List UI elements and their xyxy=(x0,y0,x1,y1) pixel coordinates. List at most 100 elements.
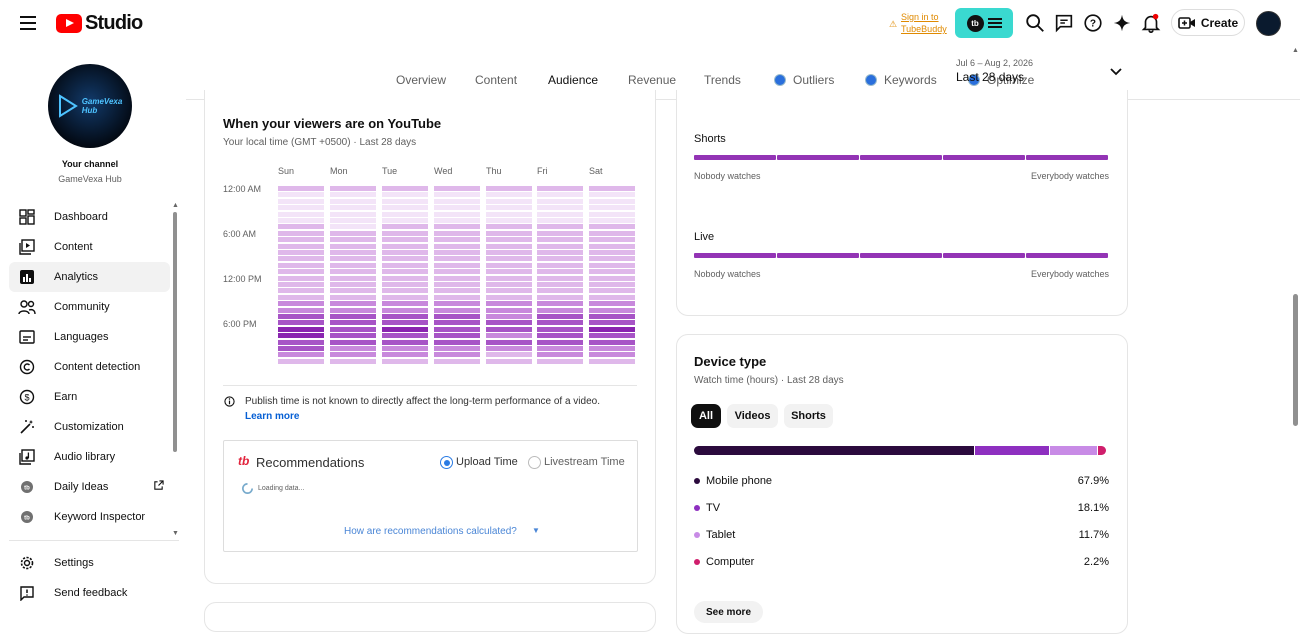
tab-trends[interactable]: Trends xyxy=(704,73,741,87)
learn-more-link[interactable]: Learn more xyxy=(245,411,299,422)
heatmap-cell[interactable] xyxy=(382,243,428,249)
heatmap-cell[interactable] xyxy=(382,294,428,300)
heatmap-cell[interactable] xyxy=(434,211,480,217)
heatmap-cell[interactable] xyxy=(589,275,635,281)
notifications-icon[interactable] xyxy=(1140,12,1162,34)
chip-all[interactable]: All xyxy=(691,404,721,428)
heatmap-cell[interactable] xyxy=(434,262,480,268)
heatmap-cell[interactable] xyxy=(486,301,532,307)
scroll-down-icon[interactable]: ▼ xyxy=(172,530,179,537)
heatmap-cell[interactable] xyxy=(434,358,480,364)
heatmap-cell[interactable] xyxy=(382,230,428,236)
device-bar-segment[interactable] xyxy=(975,446,1049,455)
heatmap-cell[interactable] xyxy=(589,192,635,198)
heatmap-cell[interactable] xyxy=(537,192,583,198)
heatmap-cell[interactable] xyxy=(330,307,376,313)
sidebar-item-earn[interactable]: $ Earn xyxy=(9,382,170,412)
heatmap-cell[interactable] xyxy=(434,275,480,281)
heatmap-cell[interactable] xyxy=(486,282,532,287)
see-more-button[interactable]: See more xyxy=(694,601,763,623)
heatmap-cell[interactable] xyxy=(330,314,376,319)
heatmap-cell[interactable] xyxy=(330,243,376,249)
heatmap-cell[interactable] xyxy=(589,186,635,191)
heatmap-cell[interactable] xyxy=(537,294,583,300)
sidebar-item-content[interactable]: Content xyxy=(9,232,170,262)
heatmap-cell[interactable] xyxy=(589,333,635,339)
heatmap-cell[interactable] xyxy=(382,192,428,198)
heatmap-cell[interactable] xyxy=(434,333,480,339)
heatmap-cell[interactable] xyxy=(537,282,583,287)
account-avatar[interactable] xyxy=(1256,11,1281,36)
heatmap-cell[interactable] xyxy=(278,262,324,268)
heatmap-cell[interactable] xyxy=(486,339,532,345)
heatmap-cell[interactable] xyxy=(434,339,480,345)
heatmap-cell[interactable] xyxy=(537,211,583,217)
heatmap-cell[interactable] xyxy=(278,288,324,294)
heatmap-cell[interactable] xyxy=(486,211,532,217)
heatmap-cell[interactable] xyxy=(278,307,324,313)
heatmap-cell[interactable] xyxy=(434,346,480,351)
chevron-down-icon[interactable] xyxy=(1109,66,1123,78)
livestream-time-radio[interactable] xyxy=(528,456,541,469)
heatmap-cell[interactable] xyxy=(434,352,480,358)
heatmap-cell[interactable] xyxy=(589,256,635,262)
sparkle-icon[interactable] xyxy=(1111,12,1133,34)
heatmap-cell[interactable] xyxy=(486,346,532,351)
page-scroll-up-icon[interactable]: ▲ xyxy=(1292,47,1299,54)
heatmap-cell[interactable] xyxy=(589,339,635,345)
heatmap-cell[interactable] xyxy=(382,320,428,326)
heatmap-cell[interactable] xyxy=(434,288,480,294)
heatmap-cell[interactable] xyxy=(486,320,532,326)
heatmap-cell[interactable] xyxy=(434,320,480,326)
heatmap-cell[interactable] xyxy=(589,211,635,217)
heatmap-cell[interactable] xyxy=(486,218,532,223)
heatmap-cell[interactable] xyxy=(486,307,532,313)
heatmap-cell[interactable] xyxy=(330,224,376,230)
heatmap-cell[interactable] xyxy=(434,218,480,223)
heatmap-cell[interactable] xyxy=(434,243,480,249)
heatmap-cell[interactable] xyxy=(537,333,583,339)
heatmap-cell[interactable] xyxy=(330,205,376,211)
heatmap-cell[interactable] xyxy=(537,346,583,351)
heatmap-cell[interactable] xyxy=(589,230,635,236)
tab-revenue[interactable]: Revenue xyxy=(628,73,676,87)
heatmap-cell[interactable] xyxy=(589,282,635,287)
heatmap-cell[interactable] xyxy=(434,192,480,198)
heatmap-cell[interactable] xyxy=(589,320,635,326)
heatmap-cell[interactable] xyxy=(589,301,635,307)
heatmap-cell[interactable] xyxy=(278,237,324,243)
sidebar-item-audio-library[interactable]: Audio library xyxy=(9,442,170,472)
heatmap-cell[interactable] xyxy=(486,186,532,191)
heatmap-cell[interactable] xyxy=(537,320,583,326)
caret-down-icon[interactable]: ▼ xyxy=(532,526,540,535)
heatmap-cell[interactable] xyxy=(537,301,583,307)
heatmap-cell[interactable] xyxy=(382,224,428,230)
heatmap-cell[interactable] xyxy=(330,301,376,307)
heatmap-cell[interactable] xyxy=(486,294,532,300)
sidebar-scrollbar[interactable] xyxy=(173,212,177,452)
heatmap-cell[interactable] xyxy=(434,269,480,275)
heatmap-cell[interactable] xyxy=(382,269,428,275)
heatmap-cell[interactable] xyxy=(278,320,324,326)
heatmap-cell[interactable] xyxy=(537,256,583,262)
heatmap-cell[interactable] xyxy=(434,256,480,262)
sidebar-item-daily-ideas[interactable]: tb Daily Ideas xyxy=(9,472,170,502)
tab-overview[interactable]: Overview xyxy=(396,73,446,87)
heatmap-cell[interactable] xyxy=(486,262,532,268)
heatmap-cell[interactable] xyxy=(589,326,635,332)
heatmap-cell[interactable] xyxy=(278,358,324,364)
heatmap-cell[interactable] xyxy=(537,275,583,281)
heatmap-cell[interactable] xyxy=(589,307,635,313)
tubebuddy-menu-button[interactable]: tb xyxy=(955,8,1013,38)
heatmap-cell[interactable] xyxy=(486,314,532,319)
heatmap-cell[interactable] xyxy=(278,224,324,230)
heatmap-cell[interactable] xyxy=(330,211,376,217)
heatmap-cell[interactable] xyxy=(589,224,635,230)
heatmap-cell[interactable] xyxy=(278,314,324,319)
heatmap-cell[interactable] xyxy=(278,333,324,339)
tab-audience[interactable]: Audience xyxy=(548,73,598,87)
heatmap-cell[interactable] xyxy=(486,205,532,211)
heatmap-cell[interactable] xyxy=(330,282,376,287)
tab-keywords[interactable]: Keywords xyxy=(884,73,937,87)
channel-avatar[interactable]: GameVexa Hub xyxy=(48,64,132,148)
